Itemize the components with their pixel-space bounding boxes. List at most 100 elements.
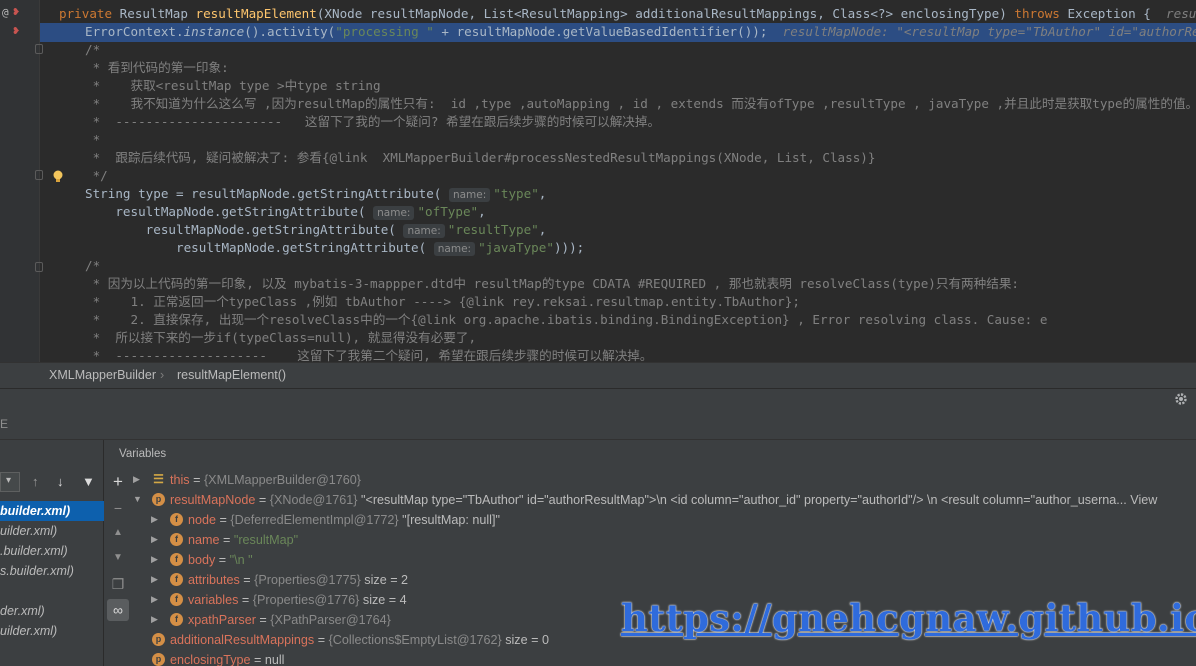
equals-sign: = bbox=[238, 593, 253, 607]
equals-sign: = bbox=[314, 633, 329, 647]
variable-row[interactable]: enclosingType = null bbox=[170, 650, 284, 666]
variable-value: size = 4 bbox=[362, 593, 407, 607]
debug-subheader: E bbox=[0, 410, 1196, 440]
breadcrumb-class[interactable]: XMLMapperBuilder bbox=[49, 368, 156, 382]
code-token: , bbox=[478, 204, 486, 219]
lightbulb-icon[interactable] bbox=[52, 170, 64, 184]
code-token: */ bbox=[85, 168, 108, 183]
frame-item[interactable]: uilder.xml) bbox=[0, 521, 104, 541]
param-hint: name: bbox=[403, 224, 445, 238]
fold-icon[interactable] bbox=[35, 262, 43, 272]
code-line[interactable]: * 看到代码的第一印象: bbox=[85, 59, 229, 77]
frame-item[interactable]: der.xml) bbox=[0, 601, 104, 621]
variable-value: "\n " bbox=[229, 553, 253, 567]
variable-row[interactable]: attributes = {Properties@1775} size = 2 bbox=[188, 570, 408, 590]
variable-name: attributes bbox=[188, 573, 240, 587]
field-icon: f bbox=[170, 613, 183, 626]
code-line[interactable]: * 因为以上代码的第一印象, 以及 mybatis-3-mappper.dtd中… bbox=[85, 275, 1019, 293]
expand-arrow-icon[interactable]: ▶ bbox=[151, 614, 158, 625]
code-token: "processing " bbox=[335, 24, 434, 39]
equals-sign: = bbox=[250, 653, 265, 666]
expand-arrow-icon[interactable]: ▶ bbox=[151, 594, 158, 605]
fold-icon[interactable] bbox=[35, 44, 43, 54]
frame-item[interactable]: s.builder.xml) bbox=[0, 561, 104, 581]
variable-type: {Properties@1776} bbox=[252, 593, 360, 607]
add-watch-icon[interactable]: + bbox=[110, 473, 126, 490]
variable-name: additionalResultMappings bbox=[170, 633, 315, 647]
glasses-icon[interactable]: ∞ bbox=[107, 599, 129, 621]
code-line[interactable]: /* bbox=[85, 41, 100, 59]
filter-icon[interactable]: ▼ bbox=[82, 474, 95, 489]
editor-gutter[interactable]: @ ❥ ❥ bbox=[0, 0, 40, 362]
code-line[interactable]: String type = resultMapNode.getStringAtt… bbox=[85, 185, 546, 203]
code-line[interactable]: resultMapNode.getStringAttribute( name: "… bbox=[85, 239, 584, 257]
code-token: "type" bbox=[493, 186, 539, 201]
frame-item[interactable]: .builder.xml) bbox=[0, 541, 104, 561]
expand-arrow-icon[interactable]: ▶ bbox=[151, 554, 158, 565]
code-token: * 1. 正常返回一个typeClass ,例如 tbAuthor ----> … bbox=[85, 294, 800, 309]
code-line[interactable]: private ResultMap resultMapElement(XNode… bbox=[59, 5, 1196, 23]
variable-type: {Properties@1775} bbox=[254, 573, 361, 587]
code-line[interactable]: */ bbox=[85, 167, 108, 185]
watermark-link[interactable]: https://gnehcgnaw.github.io/ bbox=[621, 596, 1196, 640]
expand-arrow-icon[interactable]: ▶ bbox=[151, 574, 158, 585]
code-line[interactable]: * -------------------- 这留下了我第二个疑问, 希望在跟后… bbox=[85, 347, 653, 362]
move-up-icon[interactable]: ▲ bbox=[110, 525, 126, 541]
code-line[interactable]: * 2. 直接保存, 出现一个resolveClass中的一个{@link or… bbox=[85, 311, 1048, 329]
frame-item[interactable]: uilder.xml) bbox=[0, 621, 104, 641]
remove-watch-icon[interactable]: − bbox=[110, 500, 126, 516]
thread-selector[interactable]: ▾ bbox=[0, 472, 20, 492]
variable-name: body bbox=[188, 553, 216, 567]
gear-icon[interactable] bbox=[1174, 392, 1188, 406]
code-line[interactable]: * 我不知道为什么这么写 ,因为resultMap的属性只有: id ,type… bbox=[85, 95, 1196, 113]
code-line[interactable]: resultMapNode.getStringAttribute( name: "… bbox=[85, 203, 486, 221]
variable-type: {XMLMapperBuilder@1760} bbox=[203, 473, 361, 487]
equals-sign: = bbox=[255, 613, 271, 627]
execution-point-icon[interactable]: ❥ bbox=[13, 25, 20, 37]
arrow-up-icon[interactable]: ↑ bbox=[32, 474, 39, 489]
code-token: private bbox=[59, 6, 120, 21]
variable-row[interactable]: resultMapNode = {XNode@1761} "<resultMap… bbox=[170, 490, 1157, 510]
code-line[interactable]: ErrorContext.instance().activity("proces… bbox=[85, 23, 1196, 41]
expand-arrow-icon[interactable]: ▶ bbox=[151, 534, 158, 545]
breadcrumb-method[interactable]: resultMapElement() bbox=[177, 368, 286, 382]
code-line[interactable]: * bbox=[85, 131, 101, 149]
code-token: resultMapNode.getStringAttribute( bbox=[85, 240, 434, 255]
code-line[interactable]: * ---------------------- 这留下了我的一个疑问? 希望在… bbox=[85, 113, 661, 131]
expand-arrow-icon[interactable]: ▶ bbox=[133, 474, 140, 485]
expand-arrow-icon[interactable]: ▶ bbox=[151, 514, 158, 525]
collapse-arrow-icon[interactable]: ▼ bbox=[133, 494, 142, 504]
code-editor[interactable]: @ ❥ ❥ private ResultMap resultMapElement… bbox=[0, 0, 1196, 362]
code-line[interactable]: * 1. 正常返回一个typeClass ,例如 tbAuthor ----> … bbox=[85, 293, 800, 311]
variable-row[interactable]: body = "\n " bbox=[188, 550, 253, 570]
variable-name: enclosingType bbox=[170, 653, 251, 666]
chevron-down-icon: ▾ bbox=[6, 475, 12, 486]
variable-row[interactable]: variables = {Properties@1776} size = 4 bbox=[188, 590, 407, 610]
move-down-icon[interactable]: ▼ bbox=[110, 550, 126, 566]
frame-item[interactable]: builder.xml) bbox=[0, 501, 104, 521]
fold-icon[interactable] bbox=[35, 170, 43, 180]
override-marker-icon[interactable]: @ bbox=[2, 7, 9, 19]
variable-row[interactable]: name = "resultMap" bbox=[188, 530, 298, 550]
code-line[interactable]: /* bbox=[85, 257, 100, 275]
code-line[interactable]: * 所以接下来的一步if(typeClass=null), 就显得没有必要了, bbox=[85, 329, 476, 347]
variable-row[interactable]: this = {XMLMapperBuilder@1760} bbox=[170, 470, 361, 490]
variable-row[interactable]: node = {DeferredElementImpl@1772} "[resu… bbox=[188, 510, 500, 530]
param-hint: name: bbox=[448, 188, 491, 202]
code-line[interactable]: * 跟踪后续代码, 疑问被解决了: 参看{@link XMLMapperBuil… bbox=[85, 149, 876, 167]
breakpoint-icon[interactable]: ❥ bbox=[13, 6, 20, 18]
code-line[interactable]: * 获取<resultMap type >中type string bbox=[85, 77, 381, 95]
arrow-down-icon[interactable]: ↓ bbox=[57, 474, 64, 489]
variable-type: {XNode@1761} bbox=[269, 493, 358, 507]
code-token: * 跟踪后续代码, 疑问被解决了: 参看{@link XMLMapperBuil… bbox=[85, 150, 876, 165]
code-token: (XNode resultMapNode, List<ResultMapping… bbox=[316, 6, 1015, 21]
variable-row[interactable]: additionalResultMappings = {Collections$… bbox=[170, 630, 549, 650]
equals-sign: = bbox=[215, 553, 230, 567]
equals-sign: = bbox=[239, 573, 255, 587]
copy-icon[interactable]: ❐ bbox=[110, 576, 126, 592]
variable-row[interactable]: xpathParser = {XPathParser@1764} bbox=[188, 610, 391, 630]
variable-type: {Collections$EmptyList@1762} bbox=[328, 633, 502, 647]
code-token: /* bbox=[85, 42, 101, 57]
variable-value: size = 2 bbox=[364, 573, 409, 587]
code-line[interactable]: resultMapNode.getStringAttribute( name: "… bbox=[85, 221, 546, 239]
